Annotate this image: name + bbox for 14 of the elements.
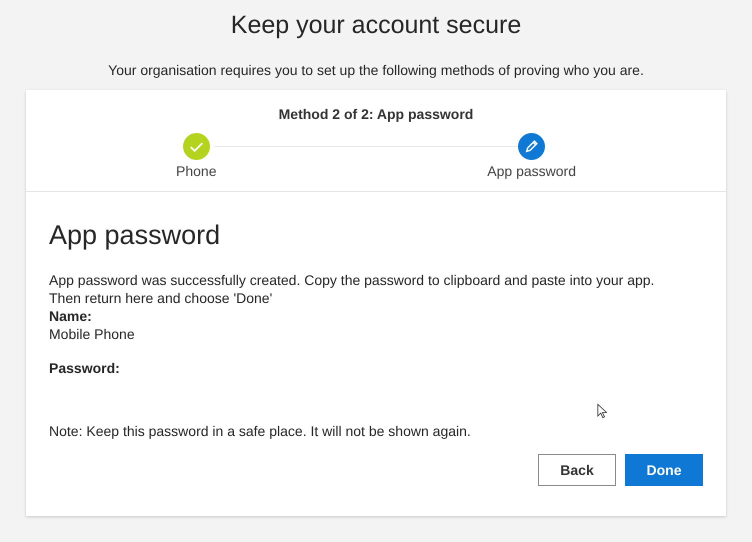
step-label: App password <box>487 163 576 179</box>
password-label: Password: <box>49 359 121 377</box>
done-button[interactable]: Done <box>625 454 703 486</box>
name-label: Name: <box>49 307 93 325</box>
page-subtitle: Your organisation requires you to set up the following methods of proving who you are. <box>108 62 644 78</box>
page-title: Keep your account secure <box>230 10 522 41</box>
section-heading: App password <box>49 220 222 251</box>
note-text: Note: Keep this password in a safe place. It will not be shown again. <box>49 423 472 439</box>
step-label: Phone <box>176 163 216 179</box>
method-heading: Method 2 of 2: App password <box>278 106 474 122</box>
name-value: Mobile Phone <box>49 325 136 343</box>
back-button[interactable]: Back <box>538 454 616 486</box>
success-message: App password was successfully created. Copy the password to clipboard and paste into your app. Then return here and choose 'Done' <box>49 271 656 307</box>
mouse-pointer-icon <box>597 403 607 419</box>
